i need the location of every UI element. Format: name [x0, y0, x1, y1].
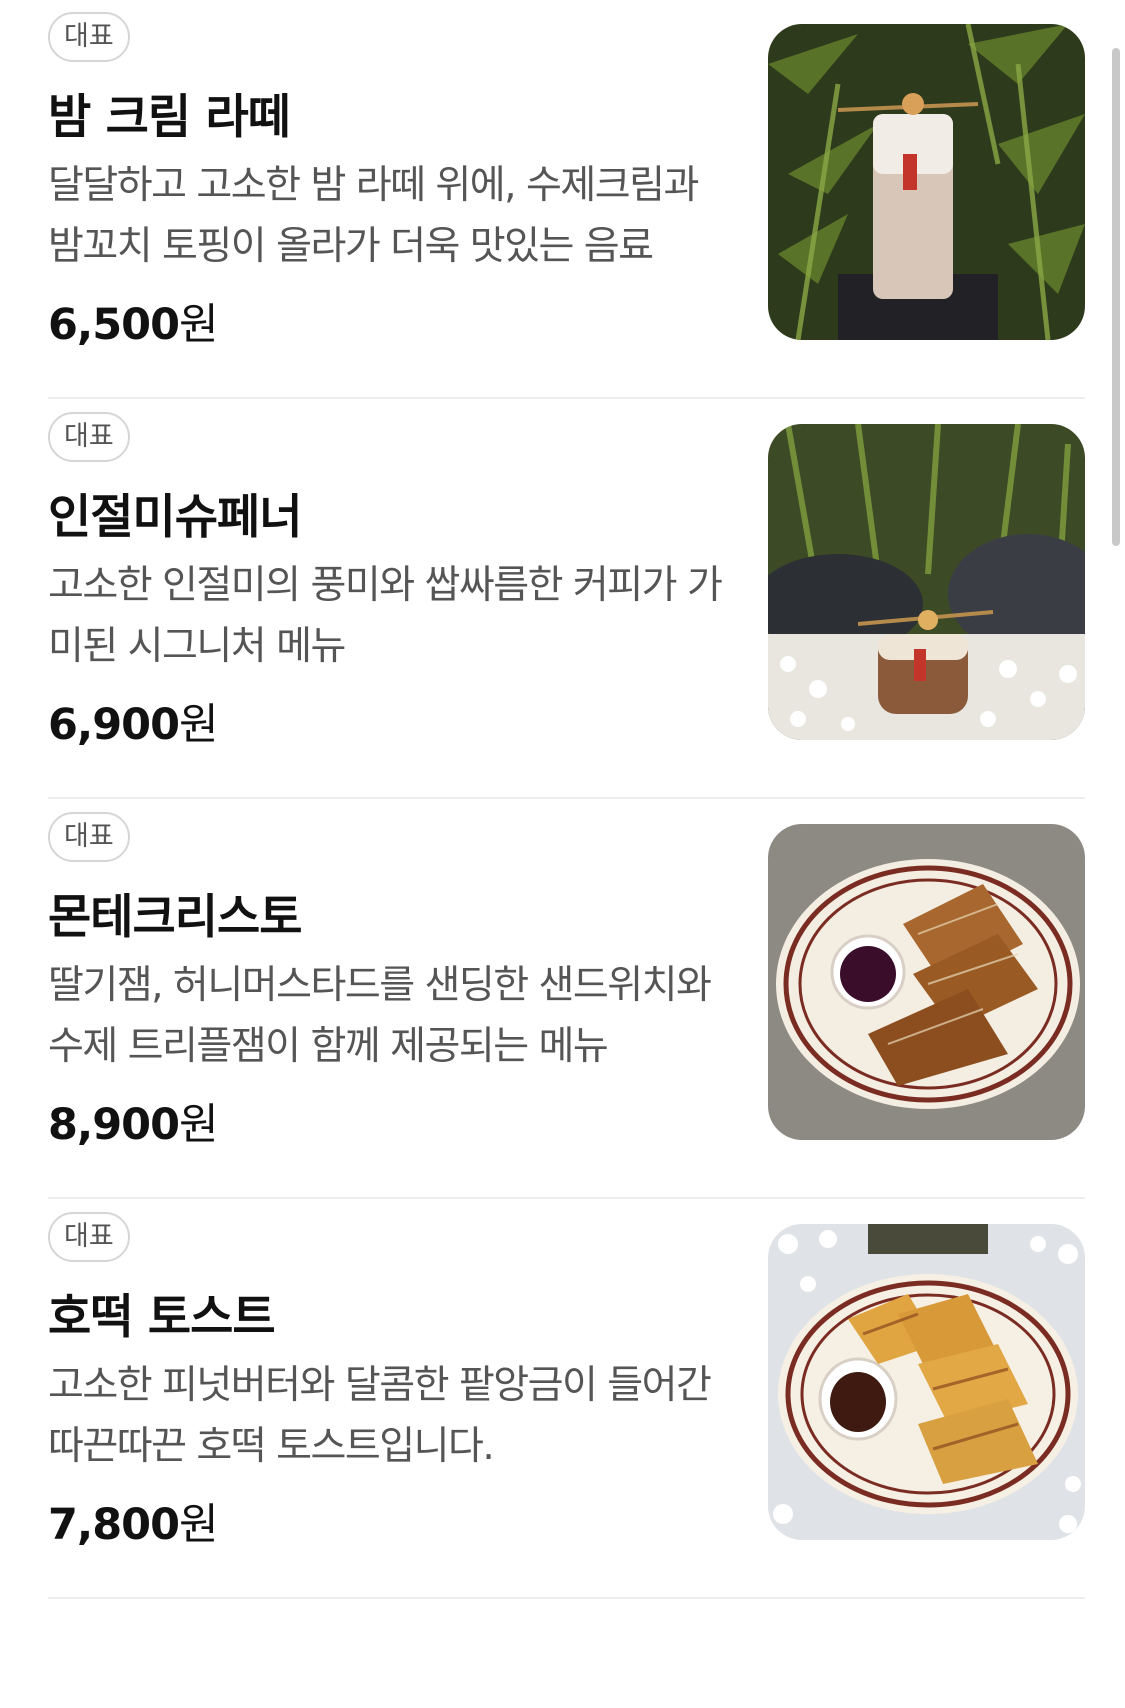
- menu-item-price: 7,800원: [48, 1490, 219, 1552]
- menu-item-price: 8,900원: [48, 1090, 219, 1152]
- price-amount: 7,800: [48, 1500, 180, 1550]
- menu-item-price: 6,900원: [48, 690, 219, 752]
- menu-item-description: 고소한 인절미의 풍미와 쌉싸름한 커피가 가미된 시그니처 메뉴: [48, 563, 723, 669]
- monte-cristo-sandwich-photo: [768, 824, 1085, 1140]
- menu-item-image[interactable]: [768, 824, 1085, 1140]
- price-currency: 원: [179, 1500, 219, 1550]
- signature-badge: 대표: [48, 12, 130, 62]
- menu-item[interactable]: 대표 인절미슈페너 고소한 인절미의 풍미와 쌉싸름한 커피가 가미된 시그니처…: [48, 400, 1085, 836]
- menu-item[interactable]: 대표 호떡 토스트 고소한 피넛버터와 달콤한 팥앙금이 들어간 따끈따끈 호떡…: [48, 1200, 1085, 1636]
- chestnut-cream-latte-photo: [768, 24, 1085, 340]
- injeolmi-einspanner-photo: [768, 424, 1085, 740]
- menu-item-description: 고소한 피넛버터와 달콤한 팥앙금이 들어간 따끈따끈 호떡 토스트입니다.: [48, 1363, 712, 1469]
- menu-item-name: 인절미슈페너: [48, 490, 302, 545]
- signature-badge: 대표: [48, 1212, 130, 1262]
- price-amount: 8,900: [48, 1100, 180, 1150]
- menu-item-description: 딸기잼, 허니머스타드를 샌딩한 샌드위치와 수제 트리플잼이 함께 제공되는 …: [48, 963, 712, 1069]
- price-amount: 6,500: [48, 300, 180, 350]
- price-currency: 원: [179, 300, 219, 350]
- hotteok-toast-photo: [768, 1224, 1085, 1540]
- signature-badge: 대표: [48, 812, 130, 862]
- menu-item[interactable]: 대표 몬테크리스토 딸기잼, 허니머스타드를 샌딩한 샌드위치와 수제 트리플잼…: [48, 800, 1085, 1236]
- price-amount: 6,900: [48, 700, 180, 750]
- menu-item-image[interactable]: [768, 424, 1085, 740]
- signature-badge: 대표: [48, 412, 130, 462]
- menu-item-image[interactable]: [768, 1224, 1085, 1540]
- price-currency: 원: [179, 1100, 219, 1150]
- menu-item-price: 6,500원: [48, 290, 219, 352]
- menu-item-description: 달달하고 고소한 밤 라떼 위에, 수제크림과 밤꼬치 토핑이 올라가 더욱 맛…: [48, 163, 699, 269]
- menu-item-name: 몬테크리스토: [48, 890, 302, 945]
- item-divider: [48, 397, 1085, 399]
- menu-item[interactable]: 대표 밤 크림 라떼 달달하고 고소한 밤 라떼 위에, 수제크림과 밤꼬치 토…: [48, 0, 1085, 436]
- scrollbar[interactable]: [1112, 48, 1120, 546]
- menu-item-name: 밤 크림 라떼: [48, 90, 291, 145]
- item-divider: [48, 1197, 1085, 1199]
- menu-item-name: 호떡 토스트: [48, 1290, 276, 1345]
- item-divider: [48, 797, 1085, 799]
- item-divider: [48, 1597, 1085, 1599]
- menu-item-image[interactable]: [768, 24, 1085, 340]
- price-currency: 원: [179, 700, 219, 750]
